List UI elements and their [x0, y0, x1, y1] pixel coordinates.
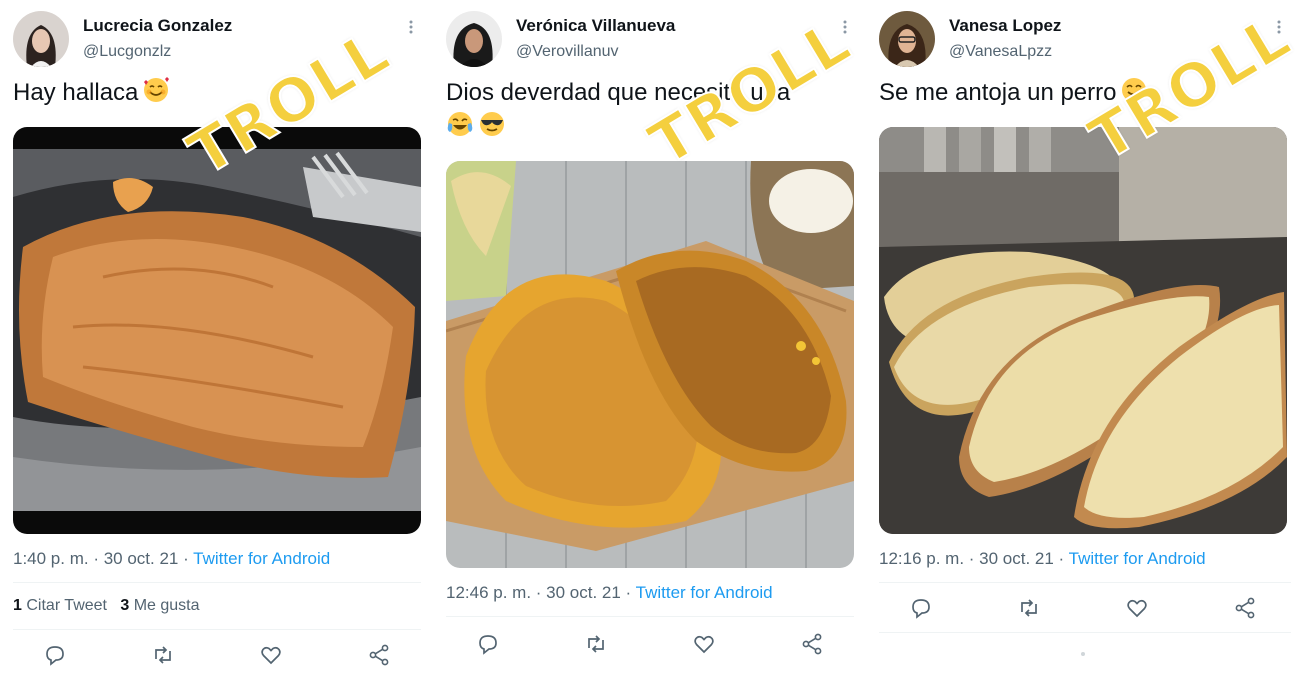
avatar[interactable]	[879, 11, 935, 67]
tweet-photo[interactable]	[13, 127, 421, 534]
tweet-timestamp: 1:40 p. m. · 30 oct. 21 · Twitter for An…	[13, 549, 330, 569]
tweet-time: 12:16 p. m. · 30 oct. 21 ·	[879, 549, 1069, 568]
avatar[interactable]	[13, 11, 69, 67]
quote-label[interactable]: Citar Tweet	[26, 597, 107, 614]
tweet-time: 12:46 p. m. · 30 oct. 21 ·	[446, 583, 636, 602]
share-icon[interactable]	[1233, 596, 1257, 620]
user-handle[interactable]: @Lucgonzlz	[83, 43, 171, 61]
like-icon[interactable]	[692, 632, 716, 656]
tweet-source-link[interactable]: Twitter for Android	[1069, 549, 1206, 568]
tweet-stats: 1 Citar Tweet 3 Me gusta	[13, 597, 200, 615]
display-name[interactable]: Lucrecia Gonzalez	[83, 16, 232, 36]
face-with-tears-of-joy-icon	[446, 110, 474, 148]
tweet-time: 1:40 p. m. · 30 oct. 21 ·	[13, 549, 194, 568]
divider	[13, 582, 421, 583]
tweet-timestamp: 12:46 p. m. · 30 oct. 21 · Twitter for A…	[446, 583, 773, 603]
tweet-source-link[interactable]: Twitter for Android	[193, 549, 330, 568]
retweet-icon[interactable]	[1017, 596, 1041, 620]
action-bar	[13, 643, 421, 667]
loading-dot	[1081, 652, 1085, 656]
tweet-photo[interactable]	[879, 127, 1287, 534]
action-bar	[879, 596, 1291, 620]
reply-icon[interactable]	[43, 643, 67, 667]
divider	[879, 582, 1291, 583]
more-options-icon[interactable]	[405, 18, 417, 36]
share-icon[interactable]	[800, 632, 824, 656]
tweet-3: Vanesa Lopez @VanesaLpzz Se me antoja un…	[879, 0, 1300, 677]
tweet-text: Hay hallaca	[13, 76, 170, 114]
tweet-timestamp: 12:16 p. m. · 30 oct. 21 · Twitter for A…	[879, 549, 1206, 569]
divider	[879, 632, 1291, 633]
divider	[13, 629, 421, 630]
retweet-icon[interactable]	[151, 643, 175, 667]
divider	[446, 616, 854, 617]
user-handle[interactable]: @VanesaLpzz	[949, 43, 1052, 61]
tweet-source-link[interactable]: Twitter for Android	[636, 583, 773, 602]
quote-count[interactable]: 1	[13, 597, 22, 614]
like-icon[interactable]	[1125, 596, 1149, 620]
reply-icon[interactable]	[476, 632, 500, 656]
like-label[interactable]: Me gusta	[134, 597, 200, 614]
smiling-face-with-sunglasses-icon	[478, 110, 506, 148]
like-count[interactable]: 3	[120, 597, 129, 614]
tweet-text-content: Hay hallaca	[13, 79, 139, 106]
display-name[interactable]: Vanesa Lopez	[949, 16, 1061, 36]
share-icon[interactable]	[367, 643, 391, 667]
retweet-icon[interactable]	[584, 632, 608, 656]
tweet-1: Lucrecia Gonzalez @Lucgonzlz Hay hallaca	[13, 0, 421, 677]
like-icon[interactable]	[259, 643, 283, 667]
reply-icon[interactable]	[909, 596, 933, 620]
display-name[interactable]: Verónica Villanueva	[516, 16, 675, 36]
user-handle[interactable]: @Verovillanuv	[516, 43, 619, 61]
avatar[interactable]	[446, 11, 502, 67]
tweet-text-content: Se me antoja un perro	[879, 79, 1117, 106]
tweet-2: Verónica Villanueva @Verovillanuv Dios d…	[446, 0, 863, 677]
action-bar	[446, 632, 854, 656]
tweet-photo[interactable]	[446, 161, 854, 568]
smiling-face-with-hearts-icon	[142, 76, 170, 114]
